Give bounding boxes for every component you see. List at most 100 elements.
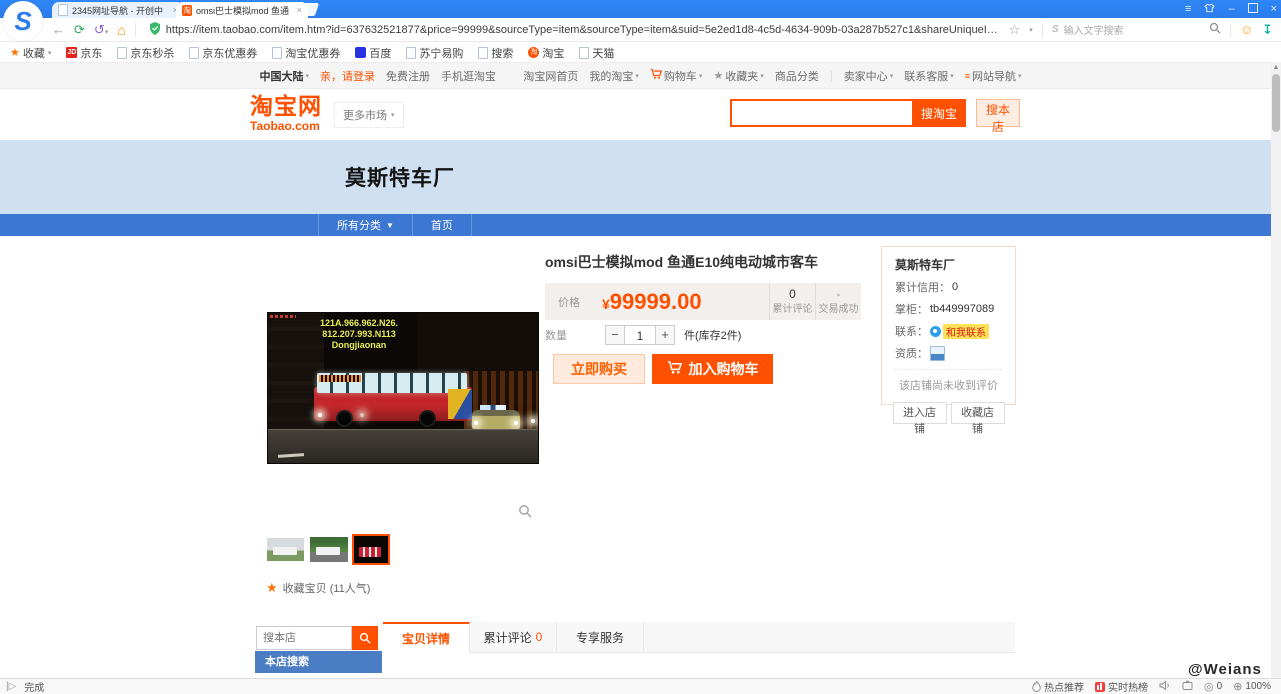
- maximize-button[interactable]: [1247, 2, 1258, 16]
- back-icon[interactable]: ←: [52, 23, 65, 36]
- address-bar[interactable]: https://item.taobao.com/item.htm?id=6376…: [145, 21, 1000, 38]
- cart-icon: [667, 360, 682, 378]
- tab-reviews[interactable]: 累计评论 0: [470, 622, 557, 652]
- more-markets-button[interactable]: 更多市场 ▾: [334, 102, 404, 128]
- bookmark-jd-coupon[interactable]: 京东优惠券: [189, 45, 257, 61]
- bookmark-favorites[interactable]: ★ 收藏 ▾: [10, 45, 51, 61]
- page-icon: [272, 46, 283, 59]
- collect-item-link[interactable]: ★ 收藏宝贝 (11人气): [266, 580, 370, 596]
- skin-icon[interactable]: [1204, 3, 1216, 16]
- buy-now-button[interactable]: 立即购买: [553, 354, 645, 384]
- customer-service-link[interactable]: 联系客服 ▾: [904, 68, 954, 84]
- refresh-icon[interactable]: ⟳: [74, 23, 85, 36]
- search-input[interactable]: [730, 99, 912, 127]
- my-taobao-link[interactable]: 我的淘宝 ▾: [589, 68, 639, 84]
- region-selector[interactable]: 中国大陆 ▾: [260, 68, 310, 84]
- close-button[interactable]: ×: [1271, 3, 1277, 15]
- capture-icon[interactable]: [1182, 680, 1193, 694]
- quantity-input[interactable]: 1: [625, 325, 655, 345]
- thumbnail-3-selected[interactable]: [352, 534, 390, 565]
- bookmark-taobao[interactable]: 淘淘宝: [528, 45, 564, 61]
- price-label: 价格: [558, 296, 580, 309]
- shield-icon: [149, 21, 161, 38]
- toolbar-search-box[interactable]: S 输入文字搜索: [1052, 22, 1200, 37]
- page-scrollbar[interactable]: ▲: [1271, 62, 1281, 678]
- mobile-taobao-link[interactable]: 手机逛淘宝: [441, 68, 496, 84]
- star-icon: ★: [713, 70, 724, 82]
- bookmark-star-icon[interactable]: ☆: [1009, 22, 1021, 38]
- taobao-favicon: 淘: [182, 4, 192, 16]
- hot-recommend-toggle[interactable]: 热点推荐: [1032, 679, 1084, 694]
- price-value: ¥99999.00: [602, 288, 702, 314]
- trending-toggle[interactable]: 实时热榜: [1095, 679, 1148, 694]
- download-icon[interactable]: ↧: [1262, 22, 1273, 38]
- shop-search-input[interactable]: [256, 626, 352, 650]
- search-taobao-button[interactable]: 搜淘宝: [912, 99, 966, 127]
- bookmark-taobao-coupon[interactable]: 淘宝优惠券: [272, 45, 340, 61]
- store-banner: 莫斯特车厂: [0, 140, 1281, 214]
- thumbnail-2[interactable]: [310, 537, 348, 562]
- url-dropdown-icon[interactable]: ▾: [1029, 26, 1033, 34]
- seller-center-link[interactable]: 卖家中心 ▾: [844, 68, 894, 84]
- tab-item-detail[interactable]: 宝贝详情: [383, 622, 470, 653]
- taobao-logo[interactable]: 淘宝网 Taobao.com: [250, 95, 322, 133]
- play-icon[interactable]: |▷: [6, 681, 16, 692]
- window-controls: ≡ – ×: [1185, 0, 1277, 18]
- categories-link[interactable]: 商品分类: [775, 68, 819, 84]
- undo-icon[interactable]: ↺▾: [94, 23, 108, 36]
- tab-services[interactable]: 专享服务: [557, 622, 644, 652]
- scroll-up-icon[interactable]: ▲: [1271, 64, 1281, 71]
- quantity-row: 数量 − 1 + 件(库存2件): [545, 325, 741, 345]
- bookmark-jd[interactable]: JD 京东: [66, 45, 102, 61]
- bookmark-search[interactable]: 搜索: [478, 45, 513, 61]
- login-link[interactable]: 亲，请登录: [320, 68, 375, 84]
- minimize-button[interactable]: –: [1228, 3, 1234, 15]
- header-search: 搜淘宝 搜本店: [730, 99, 1020, 134]
- zoom-level[interactable]: ⊕ 100%: [1233, 680, 1271, 693]
- stat-reviews[interactable]: 0 累计评论: [769, 283, 815, 320]
- image-overlay-text: 121A.966.962.N26. 812.207.993.N113 Dongj…: [319, 318, 399, 350]
- page-icon: [58, 4, 68, 16]
- menu-icon[interactable]: ≡: [1185, 3, 1191, 15]
- thumbnail-1[interactable]: [267, 538, 304, 561]
- register-link[interactable]: 免费注册: [386, 68, 430, 84]
- store-nav-home[interactable]: 首页: [413, 214, 472, 236]
- quantity-minus-button[interactable]: −: [605, 325, 625, 345]
- taobao-home-link[interactable]: 淘宝网首页: [523, 68, 578, 84]
- emoji-icon[interactable]: ☺: [1240, 22, 1253, 37]
- store-nav-all-categories[interactable]: 所有分类 ▼: [318, 214, 413, 236]
- contact-me-chip[interactable]: 和我联系: [943, 323, 989, 339]
- browser-tab-2-active[interactable]: 淘 omsi巴士模拟mod 鱼通 ×: [176, 2, 308, 18]
- speaker-icon[interactable]: [1159, 680, 1171, 694]
- bookmark-jd-seckill[interactable]: 京东秒杀: [117, 45, 174, 61]
- bookmark-tmall[interactable]: 天猫: [579, 45, 614, 61]
- seller-cert: 资质：: [895, 345, 1015, 361]
- enter-shop-button[interactable]: 进入店铺: [892, 402, 947, 435]
- add-to-cart-button[interactable]: 加入购物车: [652, 354, 773, 384]
- sogou-logo-icon[interactable]: S: [3, 1, 43, 41]
- cart-link[interactable]: 购物车 ▾: [650, 68, 702, 84]
- page-icon: [579, 46, 590, 59]
- store-title: 莫斯特车厂: [345, 167, 455, 190]
- favorites-link[interactable]: ★ 收藏夹 ▾: [713, 68, 763, 84]
- search-shop-button[interactable]: 搜本店: [976, 99, 1020, 134]
- url-text: https://item.taobao.com/item.htm?id=6376…: [165, 23, 1000, 36]
- points-indicator[interactable]: ◎ 0: [1204, 680, 1222, 693]
- sitemap-link[interactable]: ≡ 网站导航 ▾: [965, 68, 1022, 84]
- certificate-icon[interactable]: [930, 345, 945, 361]
- image-zoom-icon[interactable]: [518, 504, 532, 521]
- page-icon: [117, 46, 128, 59]
- search-icon[interactable]: [1209, 22, 1221, 37]
- bookmark-suning[interactable]: 苏宁易购: [406, 45, 463, 61]
- quantity-plus-button[interactable]: +: [655, 325, 675, 345]
- product-main-image[interactable]: 121A.966.962.N26. 812.207.993.N113 Dongj…: [267, 312, 539, 464]
- favorite-shop-button[interactable]: 收藏店铺: [950, 402, 1005, 435]
- scrollbar-thumb[interactable]: [1272, 74, 1280, 132]
- home-icon[interactable]: ⌂: [117, 23, 125, 37]
- bookmark-baidu[interactable]: 百度: [355, 45, 391, 61]
- shop-search-button[interactable]: [352, 626, 378, 650]
- wangwang-icon[interactable]: [930, 325, 941, 337]
- status-bar: |▷ 完成 热点推荐 实时热榜 ◎ 0 ⊕ 100%: [0, 678, 1281, 694]
- stat-deals[interactable]: - 交易成功: [815, 283, 861, 320]
- browser-tab-1[interactable]: 2345网址导航 - 开创中 ×: [52, 2, 184, 18]
